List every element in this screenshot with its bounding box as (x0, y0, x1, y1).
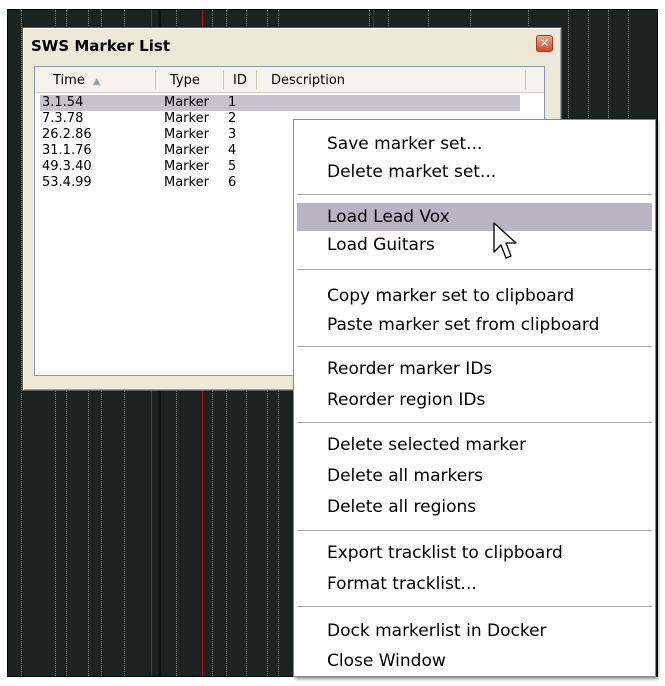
menu-item-load-lead-vox[interactable]: Load Lead Vox (297, 203, 652, 231)
menu-separator (297, 269, 652, 271)
column-divider[interactable] (256, 70, 257, 89)
cell-id: 6 (228, 175, 237, 190)
cell-type: Marker (164, 111, 209, 126)
cell-type: Marker (164, 95, 209, 110)
close-icon: ✕ (539, 36, 550, 50)
column-header-time[interactable]: Time ▲ (53, 73, 101, 88)
column-header-label: Time (53, 73, 85, 88)
mouse-pointer-icon (493, 222, 517, 259)
close-button[interactable]: ✕ (536, 35, 553, 52)
cell-id: 2 (228, 111, 237, 126)
cell-time: 31.1.76 (42, 143, 92, 158)
cell-id: 1 (228, 95, 237, 110)
menu-separator (297, 606, 652, 608)
menu-item-reorder-region-ids[interactable]: Reorder region IDs (297, 386, 652, 414)
cell-id: 4 (228, 143, 237, 158)
menu-item-close-window[interactable]: Close Window (297, 647, 652, 675)
cell-type: Marker (164, 127, 209, 142)
cell-time: 7.3.78 (42, 111, 84, 126)
cell-time: 26.2.86 (42, 127, 92, 142)
context-menu[interactable]: Save marker set... Delete market set... … (293, 119, 656, 677)
list-item[interactable]: 3.1.54 Marker 1 (40, 95, 520, 111)
cell-time: 53.4.99 (42, 175, 92, 190)
cell-type: Marker (164, 143, 209, 158)
menu-item-delete-marker-set[interactable]: Delete market set... (297, 158, 652, 186)
menu-separator (297, 194, 652, 196)
sort-ascending-icon: ▲ (92, 76, 101, 87)
menu-item-load-guitars[interactable]: Load Guitars (297, 231, 652, 259)
cell-time: 3.1.54 (42, 95, 84, 110)
menu-item-delete-selected-marker[interactable]: Delete selected marker (297, 431, 652, 459)
menu-separator (297, 422, 652, 424)
column-header-id[interactable]: ID (233, 73, 247, 88)
cell-time: 49.3.40 (42, 159, 92, 174)
column-divider[interactable] (525, 70, 526, 89)
menu-separator (297, 530, 652, 532)
column-header-type[interactable]: Type (170, 73, 200, 88)
cell-id: 3 (228, 127, 237, 142)
menu-item-export-tracklist[interactable]: Export tracklist to clipboard (297, 539, 652, 567)
menu-item-delete-all-regions[interactable]: Delete all regions (297, 493, 652, 521)
menu-separator (297, 346, 652, 348)
column-header-description[interactable]: Description (271, 73, 345, 88)
column-divider[interactable] (223, 70, 224, 89)
list-header: Time ▲ Type ID Description (35, 67, 544, 93)
menu-item-format-tracklist[interactable]: Format tracklist... (297, 570, 652, 598)
column-divider[interactable] (155, 70, 156, 89)
window-title: SWS Marker List (31, 37, 170, 55)
cell-type: Marker (164, 159, 209, 174)
menu-item-delete-all-markers[interactable]: Delete all markers (297, 462, 652, 490)
menu-item-dock-markerlist[interactable]: Dock markerlist in Docker (297, 617, 652, 645)
menu-item-save-marker-set[interactable]: Save marker set... (297, 130, 652, 158)
menu-item-reorder-marker-ids[interactable]: Reorder marker IDs (297, 355, 652, 383)
cell-id: 5 (228, 159, 237, 174)
menu-item-paste-marker-set[interactable]: Paste marker set from clipboard (297, 311, 652, 339)
cell-type: Marker (164, 175, 209, 190)
menu-item-copy-marker-set[interactable]: Copy marker set to clipboard (297, 282, 652, 310)
